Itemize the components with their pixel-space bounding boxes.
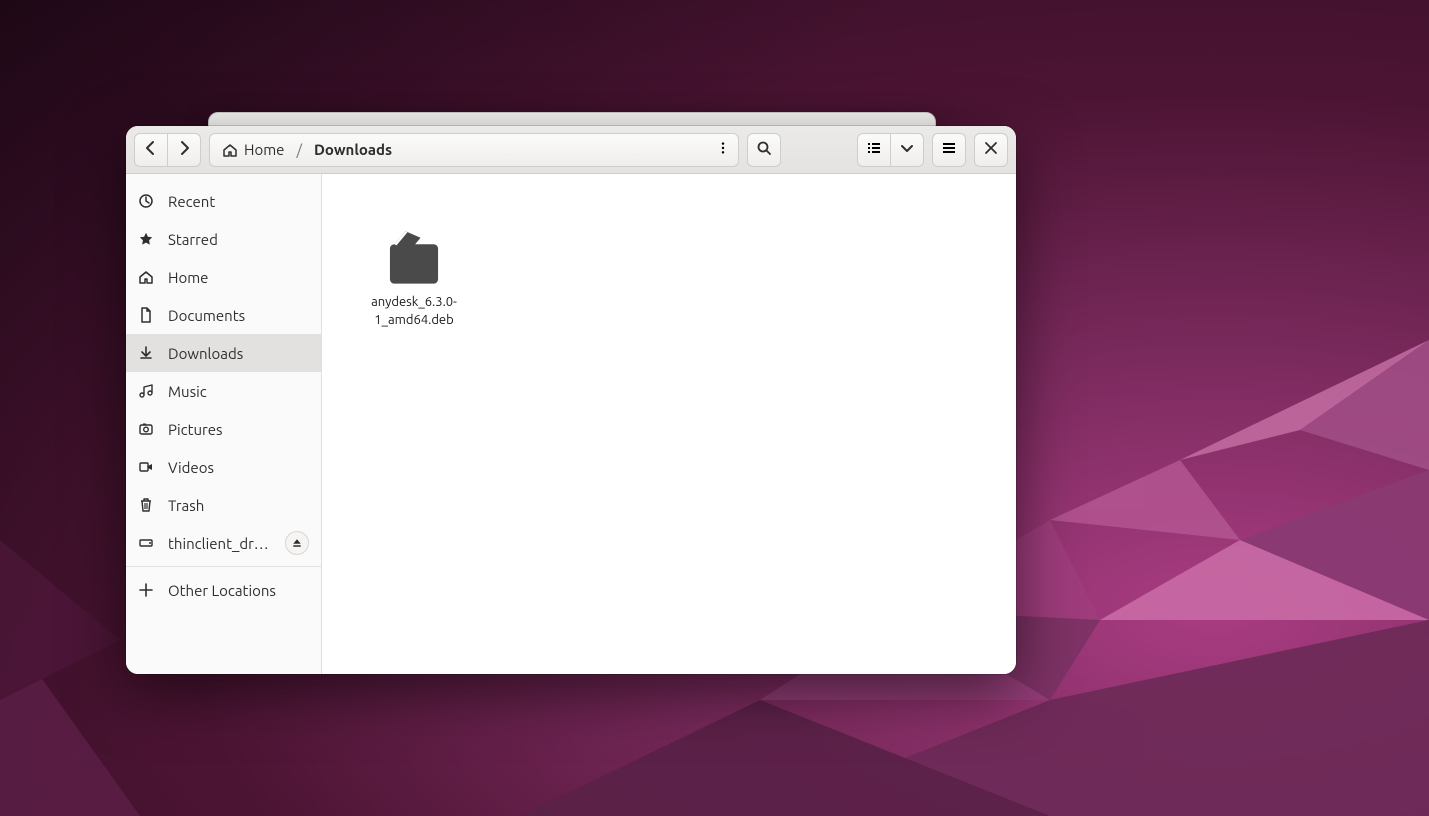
sidebar-item-label: Trash <box>168 497 309 514</box>
file-manager-window: Home / Downloads <box>126 126 1016 674</box>
sidebar-item-documents[interactable]: Documents <box>126 296 321 334</box>
nav-buttons <box>134 133 201 167</box>
star-icon <box>138 231 154 247</box>
sidebar-separator <box>126 566 321 567</box>
sidebar-item-starred[interactable]: Starred <box>126 220 321 258</box>
sidebar-item-label: Starred <box>168 231 309 248</box>
chevron-left-icon <box>143 140 159 160</box>
breadcrumbs: Home / Downloads <box>216 139 398 160</box>
video-icon <box>138 459 154 475</box>
list-view-icon <box>866 140 882 160</box>
sidebar-item-trash[interactable]: Trash <box>126 486 321 524</box>
breadcrumb-home[interactable]: Home <box>216 139 290 160</box>
breadcrumb-separator: / <box>296 141 302 158</box>
breadcrumb-current-label: Downloads <box>314 141 392 158</box>
headerbar: Home / Downloads <box>126 126 1016 174</box>
file-item[interactable]: anydesk_6.3.0-1_amd64.deb <box>350 202 478 335</box>
chevron-right-icon <box>176 140 192 160</box>
headerbar-right <box>857 133 1008 167</box>
path-bar[interactable]: Home / Downloads <box>209 133 739 167</box>
sidebar-item-thinclient-drives[interactable]: thinclient_drives <box>126 524 321 562</box>
sidebar-item-label: Videos <box>168 459 309 476</box>
sidebar-item-home[interactable]: Home <box>126 258 321 296</box>
clock-icon <box>138 193 154 209</box>
home-icon <box>222 142 238 158</box>
file-name-label: anydesk_6.3.0-1_amd64.deb <box>356 294 472 329</box>
path-menu-button[interactable] <box>714 133 732 167</box>
sidebar-item-label: Downloads <box>168 345 309 362</box>
window-body: Recent Starred Home Documents Downloads <box>126 174 1016 674</box>
view-switcher <box>857 133 924 167</box>
sidebar-item-label: Home <box>168 269 309 286</box>
chevron-down-icon <box>899 140 915 160</box>
eject-icon <box>291 535 303 552</box>
kebab-icon <box>716 141 730 158</box>
download-icon <box>138 345 154 361</box>
plus-icon <box>138 582 154 598</box>
close-window-button[interactable] <box>974 133 1008 167</box>
sidebar-item-label: thinclient_drives <box>168 535 271 552</box>
hamburger-icon <box>941 140 957 160</box>
forward-button[interactable] <box>168 133 201 167</box>
sidebar-item-pictures[interactable]: Pictures <box>126 410 321 448</box>
music-icon <box>138 383 154 399</box>
back-button[interactable] <box>134 133 168 167</box>
list-view-button[interactable] <box>857 133 891 167</box>
hamburger-menu-button[interactable] <box>932 133 966 167</box>
home-icon <box>138 269 154 285</box>
package-icon <box>374 208 454 288</box>
places-sidebar[interactable]: Recent Starred Home Documents Downloads <box>126 174 322 674</box>
document-icon <box>138 307 154 323</box>
sidebar-item-recent[interactable]: Recent <box>126 182 321 220</box>
search-icon <box>756 140 772 160</box>
sidebar-item-label: Music <box>168 383 309 400</box>
sidebar-item-videos[interactable]: Videos <box>126 448 321 486</box>
sidebar-item-music[interactable]: Music <box>126 372 321 410</box>
camera-icon <box>138 421 154 437</box>
trash-icon <box>138 497 154 513</box>
sidebar-item-label: Recent <box>168 193 309 210</box>
sidebar-item-label: Other Locations <box>168 582 309 599</box>
icon-view[interactable]: anydesk_6.3.0-1_amd64.deb <box>322 174 1016 674</box>
search-button[interactable] <box>747 133 781 167</box>
eject-button[interactable] <box>285 531 309 555</box>
drive-icon <box>138 535 154 551</box>
sidebar-item-downloads[interactable]: Downloads <box>126 334 321 372</box>
view-options-button[interactable] <box>891 133 924 167</box>
sidebar-item-other-locations[interactable]: Other Locations <box>126 571 321 609</box>
breadcrumb-home-label: Home <box>244 141 284 158</box>
breadcrumb-current[interactable]: Downloads <box>308 139 398 160</box>
sidebar-item-label: Documents <box>168 307 309 324</box>
sidebar-item-label: Pictures <box>168 421 309 438</box>
close-icon <box>983 140 999 160</box>
